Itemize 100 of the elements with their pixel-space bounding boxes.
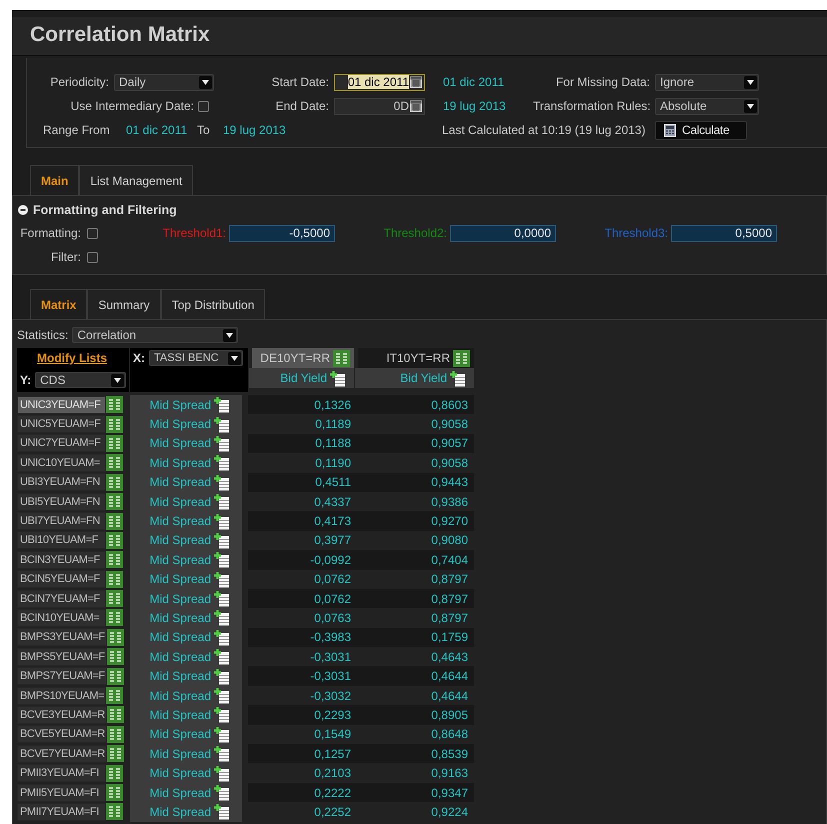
add-column-icon [213, 803, 230, 820]
calendar-icon [410, 100, 422, 112]
date-text: 19 lug 2013 [442, 99, 507, 113]
column-header[interactable]: IT10YT=RR [358, 348, 474, 368]
caret-icon [111, 374, 124, 386]
grid-icon [106, 454, 123, 472]
window-title: Correlation Matrix [30, 23, 211, 47]
add-column-icon [329, 370, 346, 386]
calculate-button[interactable]: Calculate [655, 120, 747, 140]
field-cell: Mid Spread [130, 686, 242, 706]
field-cell: Mid Spread [130, 472, 242, 492]
add-column-icon [213, 590, 230, 608]
add-column-icon [213, 570, 230, 588]
table-cell: 0,9270 [354, 511, 474, 531]
field-label: Statistics: [17, 328, 68, 342]
table-cell: 0,2222 [248, 782, 354, 802]
add-column-icon [213, 726, 230, 743]
calculator-icon [664, 124, 676, 136]
tab[interactable]: List Management [79, 165, 194, 195]
row-header[interactable]: UBI10YEUAM=F [17, 531, 106, 550]
field-cell: Mid Spread [130, 724, 242, 744]
y-list-dropdown[interactable]: CDS [35, 372, 126, 388]
add-column-icon [213, 628, 230, 646]
field-cell: Mid Spread [130, 570, 242, 589]
caret-icon [744, 100, 757, 112]
missing-data-dropdown[interactable]: Ignore [655, 74, 759, 90]
table-cell: 0,1188 [248, 434, 354, 454]
row-header[interactable]: BMPS3YEUAM=F [17, 628, 107, 646]
field-cell: Mid Spread [130, 744, 242, 764]
add-column-icon [213, 784, 230, 801]
threshold-field[interactable]: -0,5000 [229, 224, 335, 242]
add-column-icon [213, 416, 230, 433]
add-column-icon [213, 706, 230, 724]
periodicity-dropdown[interactable]: Daily [114, 74, 214, 90]
table-cell: 0,4511 [248, 472, 354, 492]
grid-icon [106, 590, 123, 608]
threshold-field[interactable]: 0,5000 [671, 224, 777, 242]
row-header[interactable]: PMII7YEUAM=FI [17, 802, 106, 821]
row-header[interactable]: UNIC5YEUAM=F [17, 415, 106, 434]
table-cell: 0,1759 [354, 628, 474, 648]
column-header[interactable]: DE10YT=RR [252, 348, 354, 368]
calendar-icon [410, 76, 422, 88]
row-header[interactable]: BMPS7YEUAM=F [17, 667, 107, 686]
modify-lists-link[interactable]: Modify Lists [37, 351, 108, 365]
grid-icon [106, 416, 123, 433]
table-cell: -0,3031 [248, 666, 354, 686]
row-header[interactable]: BCVE7YEUAM=R [17, 744, 107, 763]
field-cell: Mid Spread [130, 802, 242, 822]
row-header[interactable]: BMPS10YEUAM= [17, 686, 106, 705]
table-cell: 0,8539 [354, 744, 474, 764]
row-header[interactable]: BCIN10YEUAM= [17, 608, 106, 627]
transformation-dropdown[interactable]: Absolute [655, 98, 759, 114]
row-header[interactable]: BMPS5YEUAM=F [17, 648, 107, 666]
x-list-dropdown[interactable]: TASSI BENC [149, 350, 243, 366]
start-date-field[interactable]: 01 dic 2011 [334, 74, 425, 90]
row-header[interactable]: BCVE5YEUAM=R [17, 725, 107, 744]
table-cell: 0,9057 [354, 434, 474, 454]
checkbox[interactable] [198, 100, 209, 112]
field-label: Start Date: [270, 75, 330, 89]
table-cell: 0,8797 [354, 588, 474, 608]
field-label: Transformation Rules: [533, 99, 652, 113]
statistics-dropdown[interactable]: Correlation [72, 327, 238, 343]
threshold-label: Threshold3: [604, 226, 668, 240]
status-text: Last Calculated at 10:19 (19 lug 2013) [441, 123, 646, 137]
row-header[interactable]: UNIC10YEUAM= [17, 454, 106, 472]
table-cell: 0,8603 [354, 395, 474, 414]
threshold-field[interactable]: 0,0000 [450, 224, 556, 242]
tab[interactable]: Matrix [30, 289, 88, 319]
table-cell: 0,0762 [248, 588, 354, 608]
grid-icon [106, 628, 124, 646]
table-cell: 0,1326 [248, 395, 354, 414]
tab[interactable]: Summary [87, 289, 161, 319]
row-header[interactable]: UBI3YEUAM=FN [17, 473, 106, 492]
row-header[interactable]: PMII3YEUAM=FI [17, 764, 106, 782]
row-header[interactable]: UNIC7YEUAM=F [17, 434, 106, 452]
row-header[interactable]: UBI7YEUAM=FN [17, 512, 106, 530]
section-title[interactable]: Formatting and Filtering [33, 203, 177, 217]
checkbox[interactable] [87, 228, 98, 238]
tab[interactable]: Top Distribution [160, 289, 266, 319]
tab[interactable]: Main [30, 165, 80, 195]
caret-icon [223, 328, 236, 342]
table-cell: -0,0992 [248, 550, 354, 570]
date-text: 01 dic 2011 [442, 75, 506, 89]
grid-icon [106, 551, 123, 568]
row-header[interactable]: BCIN5YEUAM=F [17, 570, 106, 588]
add-column-icon [213, 396, 230, 414]
add-column-icon [213, 454, 230, 472]
field-cell: Mid Spread [130, 588, 242, 608]
row-header[interactable]: BCIN3YEUAM=F [17, 550, 106, 569]
field-cell: Mid Spread [130, 666, 242, 686]
add-column-icon [213, 668, 230, 685]
row-header[interactable]: UNIC3YEUAM=F [17, 396, 106, 414]
row-header[interactable]: BCIN7YEUAM=F [17, 590, 106, 608]
row-header[interactable]: BCVE3YEUAM=R [17, 706, 107, 724]
table-cell: 0,4173 [248, 511, 354, 531]
end-date-field[interactable]: 0D [334, 98, 425, 114]
caret-icon [199, 76, 212, 88]
row-header[interactable]: PMII5YEUAM=FI [17, 784, 106, 802]
checkbox[interactable] [87, 252, 98, 262]
row-header[interactable]: UBI5YEUAM=FN [17, 492, 106, 511]
